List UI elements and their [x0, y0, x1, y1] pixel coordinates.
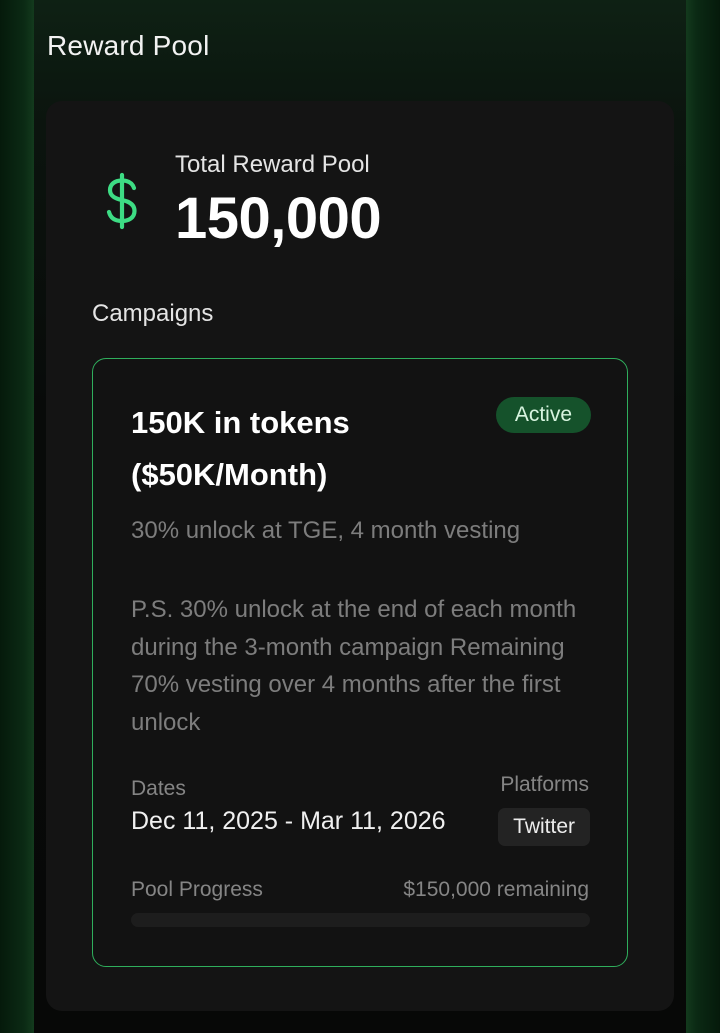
dates-label: Dates: [131, 777, 186, 800]
campaign-card[interactable]: 150K in tokens ($50K/Month) Active 30% u…: [92, 358, 628, 967]
total-reward-pool-value: 150,000: [175, 186, 382, 251]
campaign-vesting-summary: 30% unlock at TGE, 4 month vesting: [131, 517, 521, 544]
pool-progress-bar: [131, 913, 590, 927]
reward-pool-card: Total Reward Pool 150,000 Campaigns 150K…: [46, 101, 674, 1011]
pool-remaining-amount: $150,000 remaining: [403, 878, 589, 901]
dates-value: Dec 11, 2025 - Mar 11, 2026: [131, 807, 446, 835]
campaign-title: 150K in tokens ($50K/Month): [131, 405, 350, 492]
platforms-label: Platforms: [500, 773, 589, 796]
reward-pool-page: Reward Pool Total Reward Pool 150,000 Ca…: [0, 0, 720, 1033]
pool-progress-label: Pool Progress: [131, 878, 263, 901]
right-edge-glow: [685, 0, 720, 1033]
total-reward-pool-label: Total Reward Pool: [175, 151, 370, 178]
campaigns-heading: Campaigns: [92, 300, 214, 327]
campaign-description: P.S. 30% unlock at the end of each month…: [131, 596, 577, 736]
section-title: Reward Pool: [47, 30, 210, 61]
dollar-icon: [106, 172, 137, 230]
status-badge: Active: [495, 397, 591, 433]
platform-chip-twitter[interactable]: Twitter: [498, 808, 590, 846]
left-edge-glow: [0, 0, 35, 1033]
